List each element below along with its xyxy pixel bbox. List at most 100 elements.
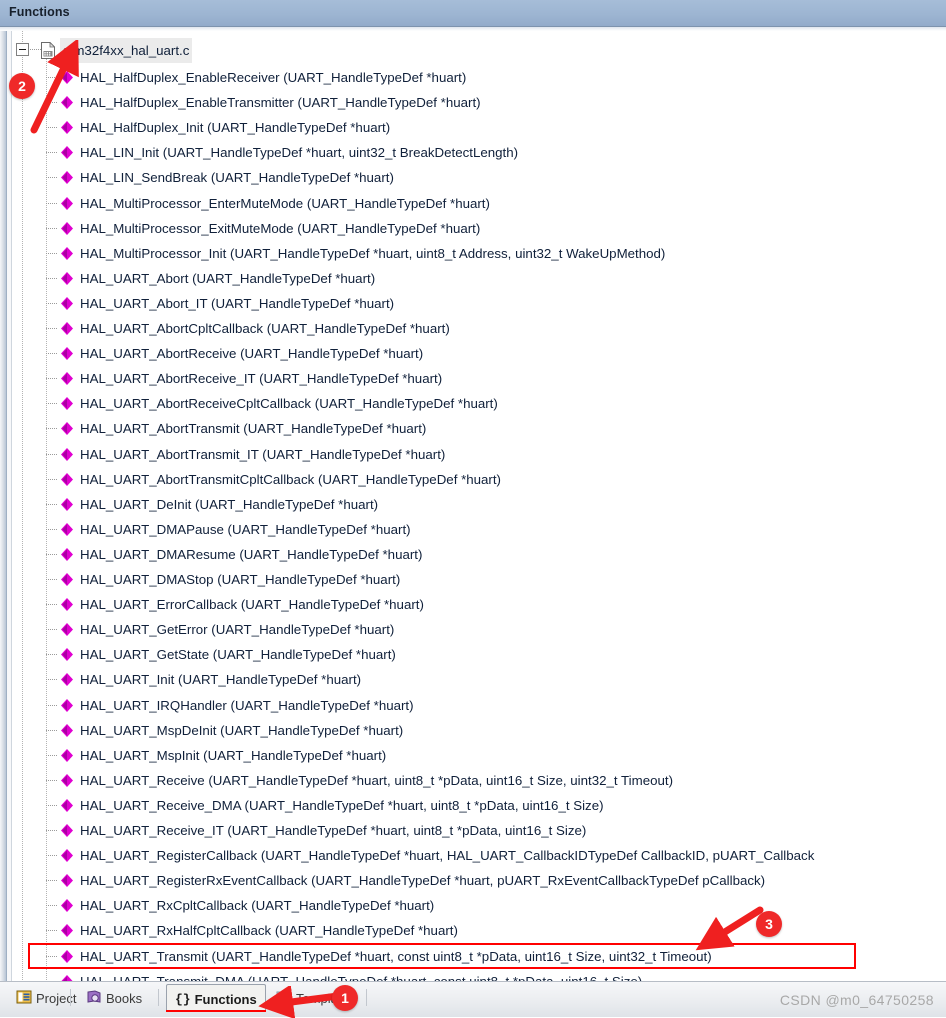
function-signature: HAL_HalfDuplex_Init (UART_HandleTypeDef … <box>80 115 390 140</box>
panel-header: Functions <box>0 0 946 27</box>
tree-connector <box>46 177 58 178</box>
function-list-item[interactable]: HAL_UART_RegisterCallback (UART_HandleTy… <box>12 843 946 868</box>
function-list-item[interactable]: HAL_UART_Abort (UART_HandleTypeDef *huar… <box>12 266 946 291</box>
function-list-item[interactable]: HAL_UART_AbortReceive (UART_HandleTypeDe… <box>12 341 946 366</box>
function-diamond-icon <box>61 673 73 686</box>
function-diamond-icon <box>61 71 73 84</box>
function-list-item[interactable]: HAL_UART_Transmit (UART_HandleTypeDef *h… <box>12 944 946 969</box>
function-list-item[interactable]: HAL_UART_DMAPause (UART_HandleTypeDef *h… <box>12 517 946 542</box>
function-signature: HAL_UART_RxCpltCallback (UART_HandleType… <box>80 893 434 918</box>
tab-functions[interactable]: {}Functions <box>166 984 266 1011</box>
function-list-item[interactable]: HAL_UART_Receive_IT (UART_HandleTypeDef … <box>12 818 946 843</box>
function-diamond-icon <box>61 473 73 486</box>
tab-label: Functions <box>195 992 257 1007</box>
function-diamond-icon <box>61 171 73 184</box>
function-signature: HAL_MultiProcessor_ExitMuteMode (UART_Ha… <box>80 216 480 241</box>
tree-connector <box>46 830 58 831</box>
function-signature: HAL_UART_DeInit (UART_HandleTypeDef *hua… <box>80 492 378 517</box>
function-signature: HAL_UART_GetError (UART_HandleTypeDef *h… <box>80 617 394 642</box>
function-list-item[interactable]: HAL_UART_AbortTransmit_IT (UART_HandleTy… <box>12 442 946 467</box>
function-list-item[interactable]: HAL_UART_AbortTransmitCpltCallback (UART… <box>12 467 946 492</box>
function-diamond-icon <box>61 648 73 661</box>
function-list-item[interactable]: HAL_LIN_SendBreak (UART_HandleTypeDef *h… <box>12 165 946 190</box>
function-diamond-icon <box>61 598 73 611</box>
function-signature: HAL_UART_RegisterRxEventCallback (UART_H… <box>80 868 765 893</box>
function-list-item[interactable]: HAL_UART_DMAStop (UART_HandleTypeDef *hu… <box>12 567 946 592</box>
function-signature: HAL_UART_Init (UART_HandleTypeDef *huart… <box>80 667 361 692</box>
function-list-item[interactable]: HAL_UART_Transmit_DMA (UART_HandleTypeDe… <box>12 969 946 981</box>
function-list-item[interactable]: HAL_UART_Init (UART_HandleTypeDef *huart… <box>12 667 946 692</box>
function-list-item[interactable]: HAL_UART_AbortCpltCallback (UART_HandleT… <box>12 316 946 341</box>
tree-connector <box>46 730 58 731</box>
tree-connector <box>46 203 58 204</box>
function-signature: HAL_UART_Transmit_DMA (UART_HandleTypeDe… <box>80 969 642 981</box>
function-list-item[interactable]: HAL_UART_Receive_DMA (UART_HandleTypeDef… <box>12 793 946 818</box>
function-diamond-icon <box>61 874 73 887</box>
function-signature: HAL_MultiProcessor_Init (UART_HandleType… <box>80 241 665 266</box>
function-list-item[interactable]: HAL_UART_Abort_IT (UART_HandleTypeDef *h… <box>12 291 946 316</box>
function-diamond-icon <box>61 799 73 812</box>
functions-tree-panel[interactable]: stm32f4xx_hal_uart.c HAL_HalfDuplex_Enab… <box>0 31 946 981</box>
function-list-item[interactable]: HAL_UART_MspDeInit (UART_HandleTypeDef *… <box>12 718 946 743</box>
function-list-item[interactable]: HAL_HalfDuplex_EnableReceiver (UART_Hand… <box>12 65 946 90</box>
function-list-item[interactable]: HAL_LIN_Init (UART_HandleTypeDef *huart,… <box>12 140 946 165</box>
collapse-box-icon[interactable] <box>16 43 29 56</box>
function-signature: HAL_UART_AbortTransmitCpltCallback (UART… <box>80 467 501 492</box>
function-list-item[interactable]: HAL_UART_RxHalfCpltCallback (UART_Handle… <box>12 918 946 943</box>
function-list-item[interactable]: HAL_MultiProcessor_EnterMuteMode (UART_H… <box>12 191 946 216</box>
tab-books[interactable]: Books <box>78 984 150 1011</box>
tree-connector <box>46 956 58 957</box>
function-signature: HAL_UART_MspDeInit (UART_HandleTypeDef *… <box>80 718 403 743</box>
function-diamond-icon <box>61 222 73 235</box>
function-diamond-icon <box>61 247 73 260</box>
function-signature: HAL_UART_AbortReceive_IT (UART_HandleTyp… <box>80 366 442 391</box>
function-list-item[interactable]: HAL_UART_AbortReceiveCpltCallback (UART_… <box>12 391 946 416</box>
tree-connector <box>46 905 58 906</box>
tree-connector <box>46 152 58 153</box>
callout-badge-2: 2 <box>9 73 35 99</box>
function-list-item[interactable]: HAL_UART_GetError (UART_HandleTypeDef *h… <box>12 617 946 642</box>
function-list-item[interactable]: HAL_UART_AbortTransmit (UART_HandleTypeD… <box>12 416 946 441</box>
function-list-item[interactable]: HAL_MultiProcessor_Init (UART_HandleType… <box>12 241 946 266</box>
tree-root-node[interactable]: stm32f4xx_hal_uart.c <box>12 38 946 63</box>
tree-connector <box>46 278 58 279</box>
tree-connector <box>46 102 58 103</box>
function-diamond-icon <box>61 272 73 285</box>
tree-body[interactable]: stm32f4xx_hal_uart.c HAL_HalfDuplex_Enab… <box>12 31 946 981</box>
function-list-item[interactable]: HAL_UART_RegisterRxEventCallback (UART_H… <box>12 868 946 893</box>
tree-connector <box>46 755 58 756</box>
function-signature: HAL_UART_ErrorCallback (UART_HandleTypeD… <box>80 592 424 617</box>
tree-connector <box>46 705 58 706</box>
function-list-item[interactable]: HAL_UART_DeInit (UART_HandleTypeDef *hua… <box>12 492 946 517</box>
function-diamond-icon <box>61 498 73 511</box>
function-signature: HAL_UART_RxHalfCpltCallback (UART_Handle… <box>80 918 458 943</box>
function-list-item[interactable]: HAL_HalfDuplex_Init (UART_HandleTypeDef … <box>12 115 946 140</box>
function-signature: HAL_UART_AbortReceive (UART_HandleTypeDe… <box>80 341 423 366</box>
function-list-item[interactable]: HAL_UART_Receive (UART_HandleTypeDef *hu… <box>12 768 946 793</box>
function-diamond-icon <box>61 824 73 837</box>
function-diamond-icon <box>61 397 73 410</box>
tree-connector <box>30 49 41 50</box>
c-file-icon <box>41 42 55 59</box>
function-diamond-icon <box>61 749 73 762</box>
function-diamond-icon <box>61 548 73 561</box>
tree-connector <box>46 403 58 404</box>
tree-root-label[interactable]: stm32f4xx_hal_uart.c <box>60 38 192 63</box>
function-list-item[interactable]: HAL_UART_ErrorCallback (UART_HandleTypeD… <box>12 592 946 617</box>
function-list-item[interactable]: HAL_HalfDuplex_EnableTransmitter (UART_H… <box>12 90 946 115</box>
function-diamond-icon <box>61 197 73 210</box>
tree-connector <box>46 654 58 655</box>
function-list-item[interactable]: HAL_UART_MspInit (UART_HandleTypeDef *hu… <box>12 743 946 768</box>
tree-connector <box>46 805 58 806</box>
function-list-item[interactable]: HAL_UART_RxCpltCallback (UART_HandleType… <box>12 893 946 918</box>
function-list-item[interactable]: HAL_UART_IRQHandler (UART_HandleTypeDef … <box>12 693 946 718</box>
function-list-item[interactable]: HAL_MultiProcessor_ExitMuteMode (UART_Ha… <box>12 216 946 241</box>
function-list-item[interactable]: HAL_UART_DMAResume (UART_HandleTypeDef *… <box>12 542 946 567</box>
function-list-item[interactable]: HAL_UART_AbortReceive_IT (UART_HandleTyp… <box>12 366 946 391</box>
function-signature: HAL_UART_Abort_IT (UART_HandleTypeDef *h… <box>80 291 394 316</box>
function-list-item[interactable]: HAL_UART_GetState (UART_HandleTypeDef *h… <box>12 642 946 667</box>
tab-project[interactable]: Project <box>8 984 84 1011</box>
function-diamond-icon <box>61 849 73 862</box>
books-icon <box>86 989 102 1005</box>
function-signature: HAL_UART_Receive_IT (UART_HandleTypeDef … <box>80 818 586 843</box>
